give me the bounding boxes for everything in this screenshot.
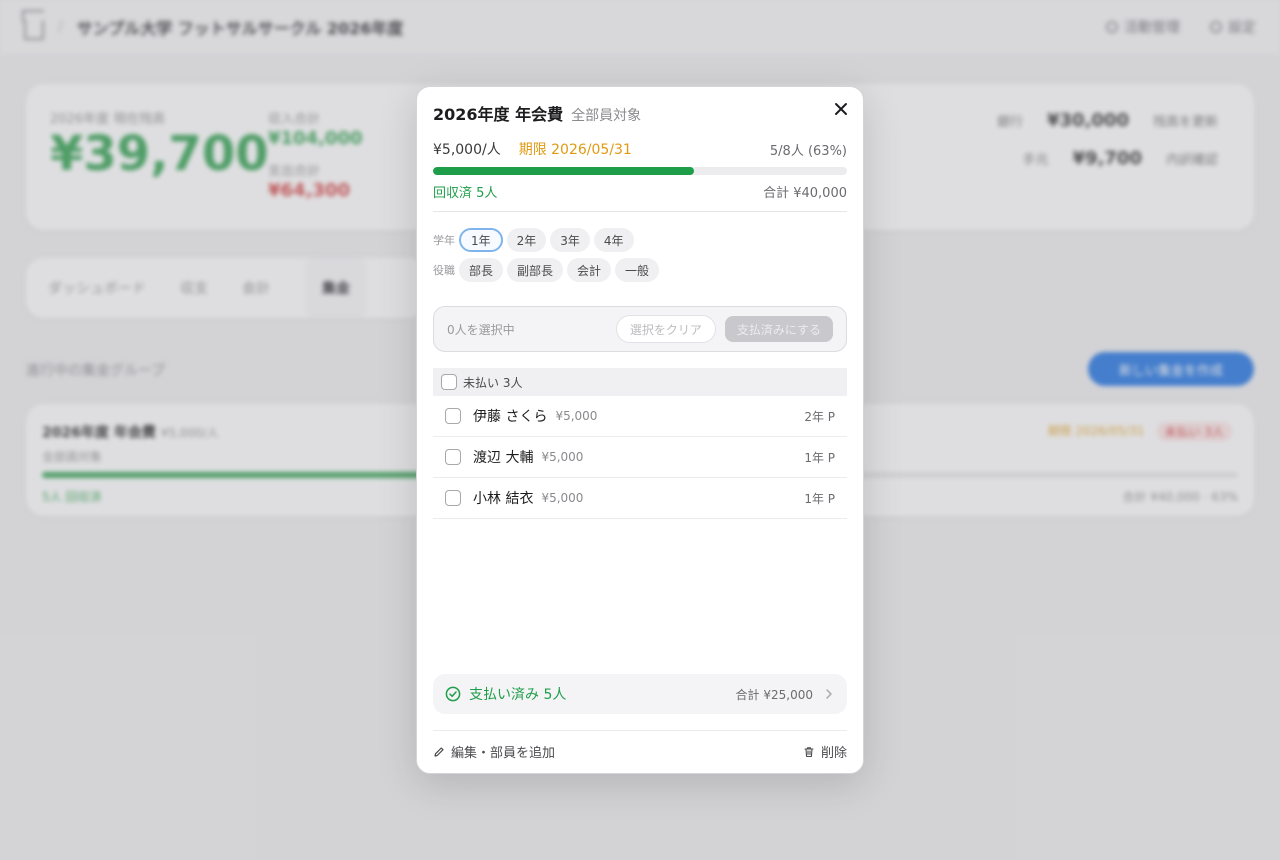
- member-grade: 2年 P: [804, 409, 835, 424]
- delete-label: 削除: [820, 746, 847, 761]
- check-circle-icon: [445, 686, 461, 702]
- grade-chip-2[interactable]: 2年: [506, 228, 547, 252]
- collection-detail-modal: 2026年度 年会費 全部員対象 ¥5,000/人 期限 2026/05/31 …: [416, 86, 864, 774]
- paid-label: 支払い済み 5人: [469, 687, 567, 703]
- grade-filter-label: 学年: [433, 234, 455, 247]
- member-checkbox[interactable]: [445, 408, 461, 424]
- member-amount: ¥5,000: [541, 491, 584, 505]
- unpaid-group-header: 未払い 3人: [433, 368, 847, 396]
- grade-filter: 学年 1年 2年 3年 4年: [433, 228, 634, 252]
- close-icon: [835, 103, 847, 115]
- member-name: 伊藤 さくら: [473, 409, 548, 425]
- footer-divider: [433, 730, 847, 731]
- collected-row: 回収済 5人 合計 ¥40,000: [433, 182, 847, 201]
- deadline: 期限 2026/05/31: [518, 142, 632, 158]
- list-item[interactable]: 渡辺 大輔 ¥5,000 1年 P: [433, 437, 847, 478]
- member-name: 渡辺 大輔: [473, 450, 534, 466]
- modal-target: 全部員対象: [571, 108, 642, 124]
- list-item[interactable]: 伊藤 さくら ¥5,000 2年 P: [433, 396, 847, 437]
- grade-chip-3[interactable]: 3年: [550, 228, 590, 252]
- member-grade: 1年 P: [804, 450, 835, 465]
- paid-members-toggle[interactable]: 支払い済み 5人 合計 ¥25,000: [433, 674, 847, 714]
- selection-bar: 0人を選択中 選択をクリア 支払済みにする: [433, 306, 847, 352]
- clear-selection-button[interactable]: 選択をクリア: [615, 315, 716, 343]
- role-chip-treasurer[interactable]: 会計: [567, 258, 612, 282]
- collected-count: 回収済 5人: [433, 186, 498, 201]
- modal-header: 2026年度 年会費 全部員対象: [433, 101, 641, 125]
- grade-chip-1[interactable]: 1年: [459, 228, 503, 252]
- role-chip-captain[interactable]: 部長: [459, 258, 504, 282]
- member-checkbox[interactable]: [445, 449, 461, 465]
- collection-progress-bar: [433, 167, 847, 175]
- delete-button[interactable]: 削除: [803, 742, 847, 761]
- progress-fill: [433, 167, 694, 175]
- paid-ratio: 5/8人 (63%): [769, 143, 847, 159]
- edit-label: 編集・部員を追加: [451, 746, 556, 761]
- role-chip-general[interactable]: 一般: [615, 258, 660, 282]
- select-all-checkbox[interactable]: [441, 374, 457, 390]
- trash-icon: [804, 746, 814, 757]
- collected-total: 合計 ¥40,000: [763, 186, 847, 201]
- mark-paid-button[interactable]: 支払済みにする: [724, 316, 833, 342]
- member-name: 小林 結衣: [473, 491, 534, 507]
- paid-total: 合計 ¥25,000: [735, 687, 813, 702]
- pencil-icon: [434, 746, 444, 757]
- member-amount: ¥5,000: [541, 450, 584, 464]
- unpaid-member-list: 伊藤 さくら ¥5,000 2年 P 渡辺 大輔 ¥5,000 1年 P 小林 …: [433, 396, 847, 519]
- chevron-right-icon: [826, 689, 832, 699]
- fee-per-person: ¥5,000/人: [433, 142, 501, 158]
- fee-meta-row: ¥5,000/人 期限 2026/05/31 5/8人 (63%): [433, 139, 847, 159]
- selection-count: 0人を選択中: [447, 322, 515, 337]
- grade-chip-4[interactable]: 4年: [593, 228, 634, 252]
- unpaid-header-label: 未払い 3人: [463, 375, 523, 390]
- list-item[interactable]: 小林 結衣 ¥5,000 1年 P: [433, 478, 847, 519]
- edit-button[interactable]: 編集・部員を追加: [433, 742, 555, 761]
- role-filter-label: 役職: [433, 264, 455, 277]
- member-grade: 1年 P: [804, 491, 835, 506]
- divider: [433, 211, 847, 212]
- role-filter: 役職 部長 副部長 会計 一般: [433, 258, 660, 282]
- close-button[interactable]: [831, 99, 851, 119]
- role-chip-vice-captain[interactable]: 副部長: [507, 258, 564, 282]
- member-amount: ¥5,000: [555, 409, 598, 423]
- modal-title: 2026年度 年会費: [433, 105, 564, 124]
- member-checkbox[interactable]: [445, 490, 461, 506]
